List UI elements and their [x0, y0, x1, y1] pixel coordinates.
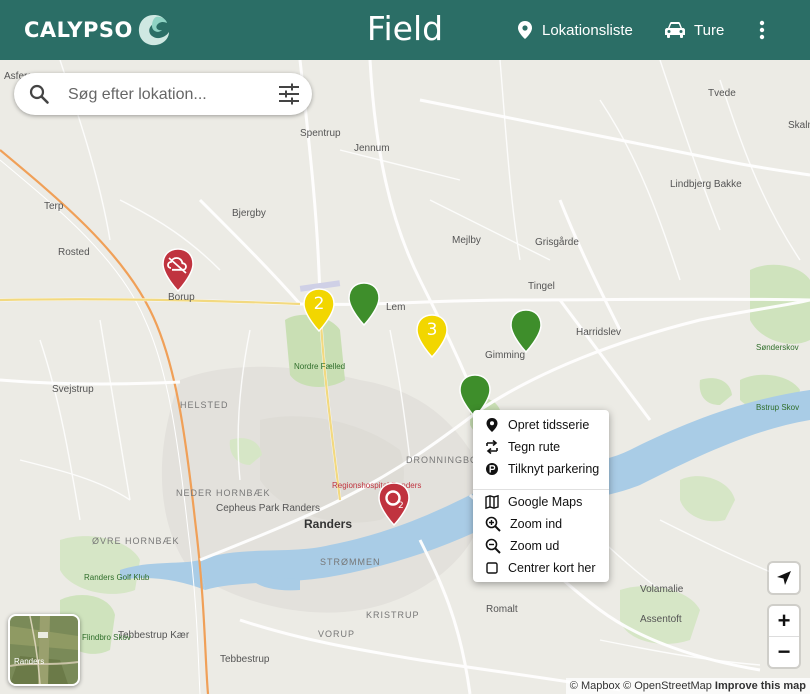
- filter-sliders-icon[interactable]: [278, 83, 300, 105]
- improve-map-link[interactable]: Improve this map: [715, 680, 806, 692]
- menu-item-label: Google Maps: [508, 495, 583, 509]
- navigation-arrow-icon: [777, 571, 791, 585]
- menu-item-label: Tegn rute: [508, 440, 561, 454]
- top-app-bar: CALYPSO Field Lokationsliste Ture: [0, 0, 810, 60]
- satellite-thumbnail: Randers: [10, 616, 78, 684]
- menu-item-attach-parking[interactable]: Tilknyt parkering: [473, 458, 609, 480]
- map-label-rosted: Rosted: [58, 247, 90, 258]
- menu-item-center-map[interactable]: Centrer kort her: [473, 557, 609, 579]
- menu-item-draw-route[interactable]: Tegn rute: [473, 436, 609, 458]
- car-icon: [665, 22, 685, 38]
- map-attribution: © Mapbox © OpenStreetMap Improve this ma…: [565, 678, 810, 694]
- zoom-in-button[interactable]: +: [769, 606, 799, 636]
- map-marker-cluster[interactable]: 2: [302, 288, 336, 333]
- map-label-nordre-faelled: Nordre Fælled: [294, 362, 345, 371]
- kebab-menu-icon: [759, 20, 765, 40]
- map-label-spentrup: Spentrup: [300, 128, 341, 139]
- location-pin-icon: [518, 21, 532, 39]
- map-label-sonderskov: Sønderskov: [756, 343, 799, 352]
- map-label-strommen: STRØMMEN: [320, 557, 381, 567]
- map-marker-disabled[interactable]: [161, 248, 195, 293]
- parking-icon: [486, 463, 498, 475]
- satellite-layer-toggle[interactable]: Randers: [8, 614, 80, 686]
- map-marker-location[interactable]: [509, 309, 543, 354]
- menu-item-label: Zoom ind: [510, 517, 563, 531]
- menu-item-create-timeseries[interactable]: Opret tidsserie: [473, 414, 609, 436]
- wave-logo-icon: [138, 15, 169, 46]
- location-list-label: Lokationsliste: [542, 21, 633, 39]
- logo-text: CALYPSO: [24, 18, 133, 42]
- map-marker-cluster[interactable]: 3: [415, 314, 449, 359]
- mapbox-attribution-link[interactable]: © Mapbox: [570, 680, 620, 692]
- menu-item-label: Zoom ud: [510, 539, 560, 553]
- map-label-lindbjerg-bakke: Lindbjerg Bakke: [670, 179, 742, 190]
- zoom-control: + −: [769, 606, 799, 667]
- square-icon: [486, 562, 498, 574]
- search-icon[interactable]: [28, 83, 50, 105]
- map-label-flindbro-skov: Flindbro Skov: [82, 633, 131, 642]
- map-label-borup: Borup: [168, 292, 195, 303]
- location-search-bar: [14, 73, 312, 115]
- map-label-ovre-hornbaek: ØVRE HORNBÆK: [92, 536, 180, 546]
- menu-item-label: Centrer kort her: [508, 561, 596, 575]
- map-label-mejlby: Mejlby: [452, 235, 481, 246]
- map-label-skalmstrup: Skalmstrup: [788, 120, 810, 131]
- map-label-randers: Randers: [304, 517, 352, 531]
- search-input[interactable]: [66, 81, 270, 109]
- map-label-kristrup: KRISTRUP: [366, 610, 420, 620]
- map-label-bstrup-skov: Bstrup Skov: [756, 403, 799, 412]
- map-label-cepheus: Cepheus Park Randers: [216, 503, 320, 514]
- map-marker-selected[interactable]: 2: [377, 482, 411, 527]
- trips-button[interactable]: Ture: [664, 18, 724, 42]
- geolocate-button[interactable]: [769, 563, 799, 593]
- cluster-count: 2: [313, 294, 325, 314]
- map-label-vorup: VORUP: [318, 629, 355, 639]
- map-label-tingel: Tingel: [528, 281, 555, 292]
- zoom-out-button[interactable]: −: [769, 637, 799, 667]
- map-label-svejstrup: Svejstrup: [52, 384, 94, 395]
- pin-icon: [486, 418, 498, 432]
- map-label-grisgaarde: Grisgårde: [535, 236, 579, 248]
- zoom-out-icon: [485, 538, 501, 554]
- menu-item-google-maps[interactable]: Google Maps: [473, 491, 609, 513]
- map-context-menu: Opret tidsserie Tegn rute Tilknyt parker…: [473, 410, 609, 582]
- map-basemap: Randers Borup Terp Rosted Lem Gimming Ha…: [0, 60, 810, 694]
- minimap-label: Randers: [14, 657, 44, 666]
- menu-item-label: Tilknyt parkering: [508, 462, 600, 476]
- map-label-tebbestrup: Tebbestrup: [220, 654, 270, 665]
- map-canvas[interactable]: Randers Borup Terp Rosted Lem Gimming Ha…: [0, 60, 810, 694]
- overflow-menu-button[interactable]: [750, 18, 774, 42]
- geolocate-control: [769, 563, 799, 593]
- map-label-bjergby: Bjergby: [232, 208, 266, 219]
- menu-item-zoom-out[interactable]: Zoom ud: [473, 535, 609, 557]
- map-label-terp: Terp: [44, 201, 64, 212]
- map-label-randers-golf: Randers Golf Klub: [84, 573, 150, 582]
- map-label-jennum: Jennum: [354, 143, 390, 154]
- map-label-assentoft: Assentoft: [640, 614, 682, 625]
- calypso-logo[interactable]: CALYPSO: [24, 10, 171, 50]
- map-label-helsted: HELSTED: [180, 400, 229, 410]
- osm-attribution-link[interactable]: © OpenStreetMap: [623, 680, 712, 692]
- cluster-count: 3: [426, 320, 438, 340]
- map-label-neder-hornbaek: NEDER HORNBÆK: [176, 488, 271, 498]
- location-list-button[interactable]: Lokationsliste: [516, 18, 633, 42]
- page-title: Field: [366, 9, 444, 48]
- trips-label: Ture: [694, 21, 725, 39]
- map-label-tvede: Tvede: [708, 88, 736, 99]
- map-label-harridslev: Harridslev: [576, 327, 621, 338]
- map-label-romalt: Romalt: [486, 604, 518, 615]
- map-label-lem: Lem: [386, 302, 405, 313]
- map-icon: [485, 494, 499, 510]
- zoom-in-icon: [485, 516, 501, 532]
- marker-badge: 2: [398, 501, 404, 511]
- menu-item-label: Opret tidsserie: [508, 418, 590, 432]
- map-label-volamalie: Volamalie: [640, 584, 684, 595]
- route-icon: [486, 439, 498, 455]
- menu-divider: [473, 489, 609, 490]
- map-marker-location[interactable]: [347, 282, 381, 327]
- menu-item-zoom-in[interactable]: Zoom ind: [473, 513, 609, 535]
